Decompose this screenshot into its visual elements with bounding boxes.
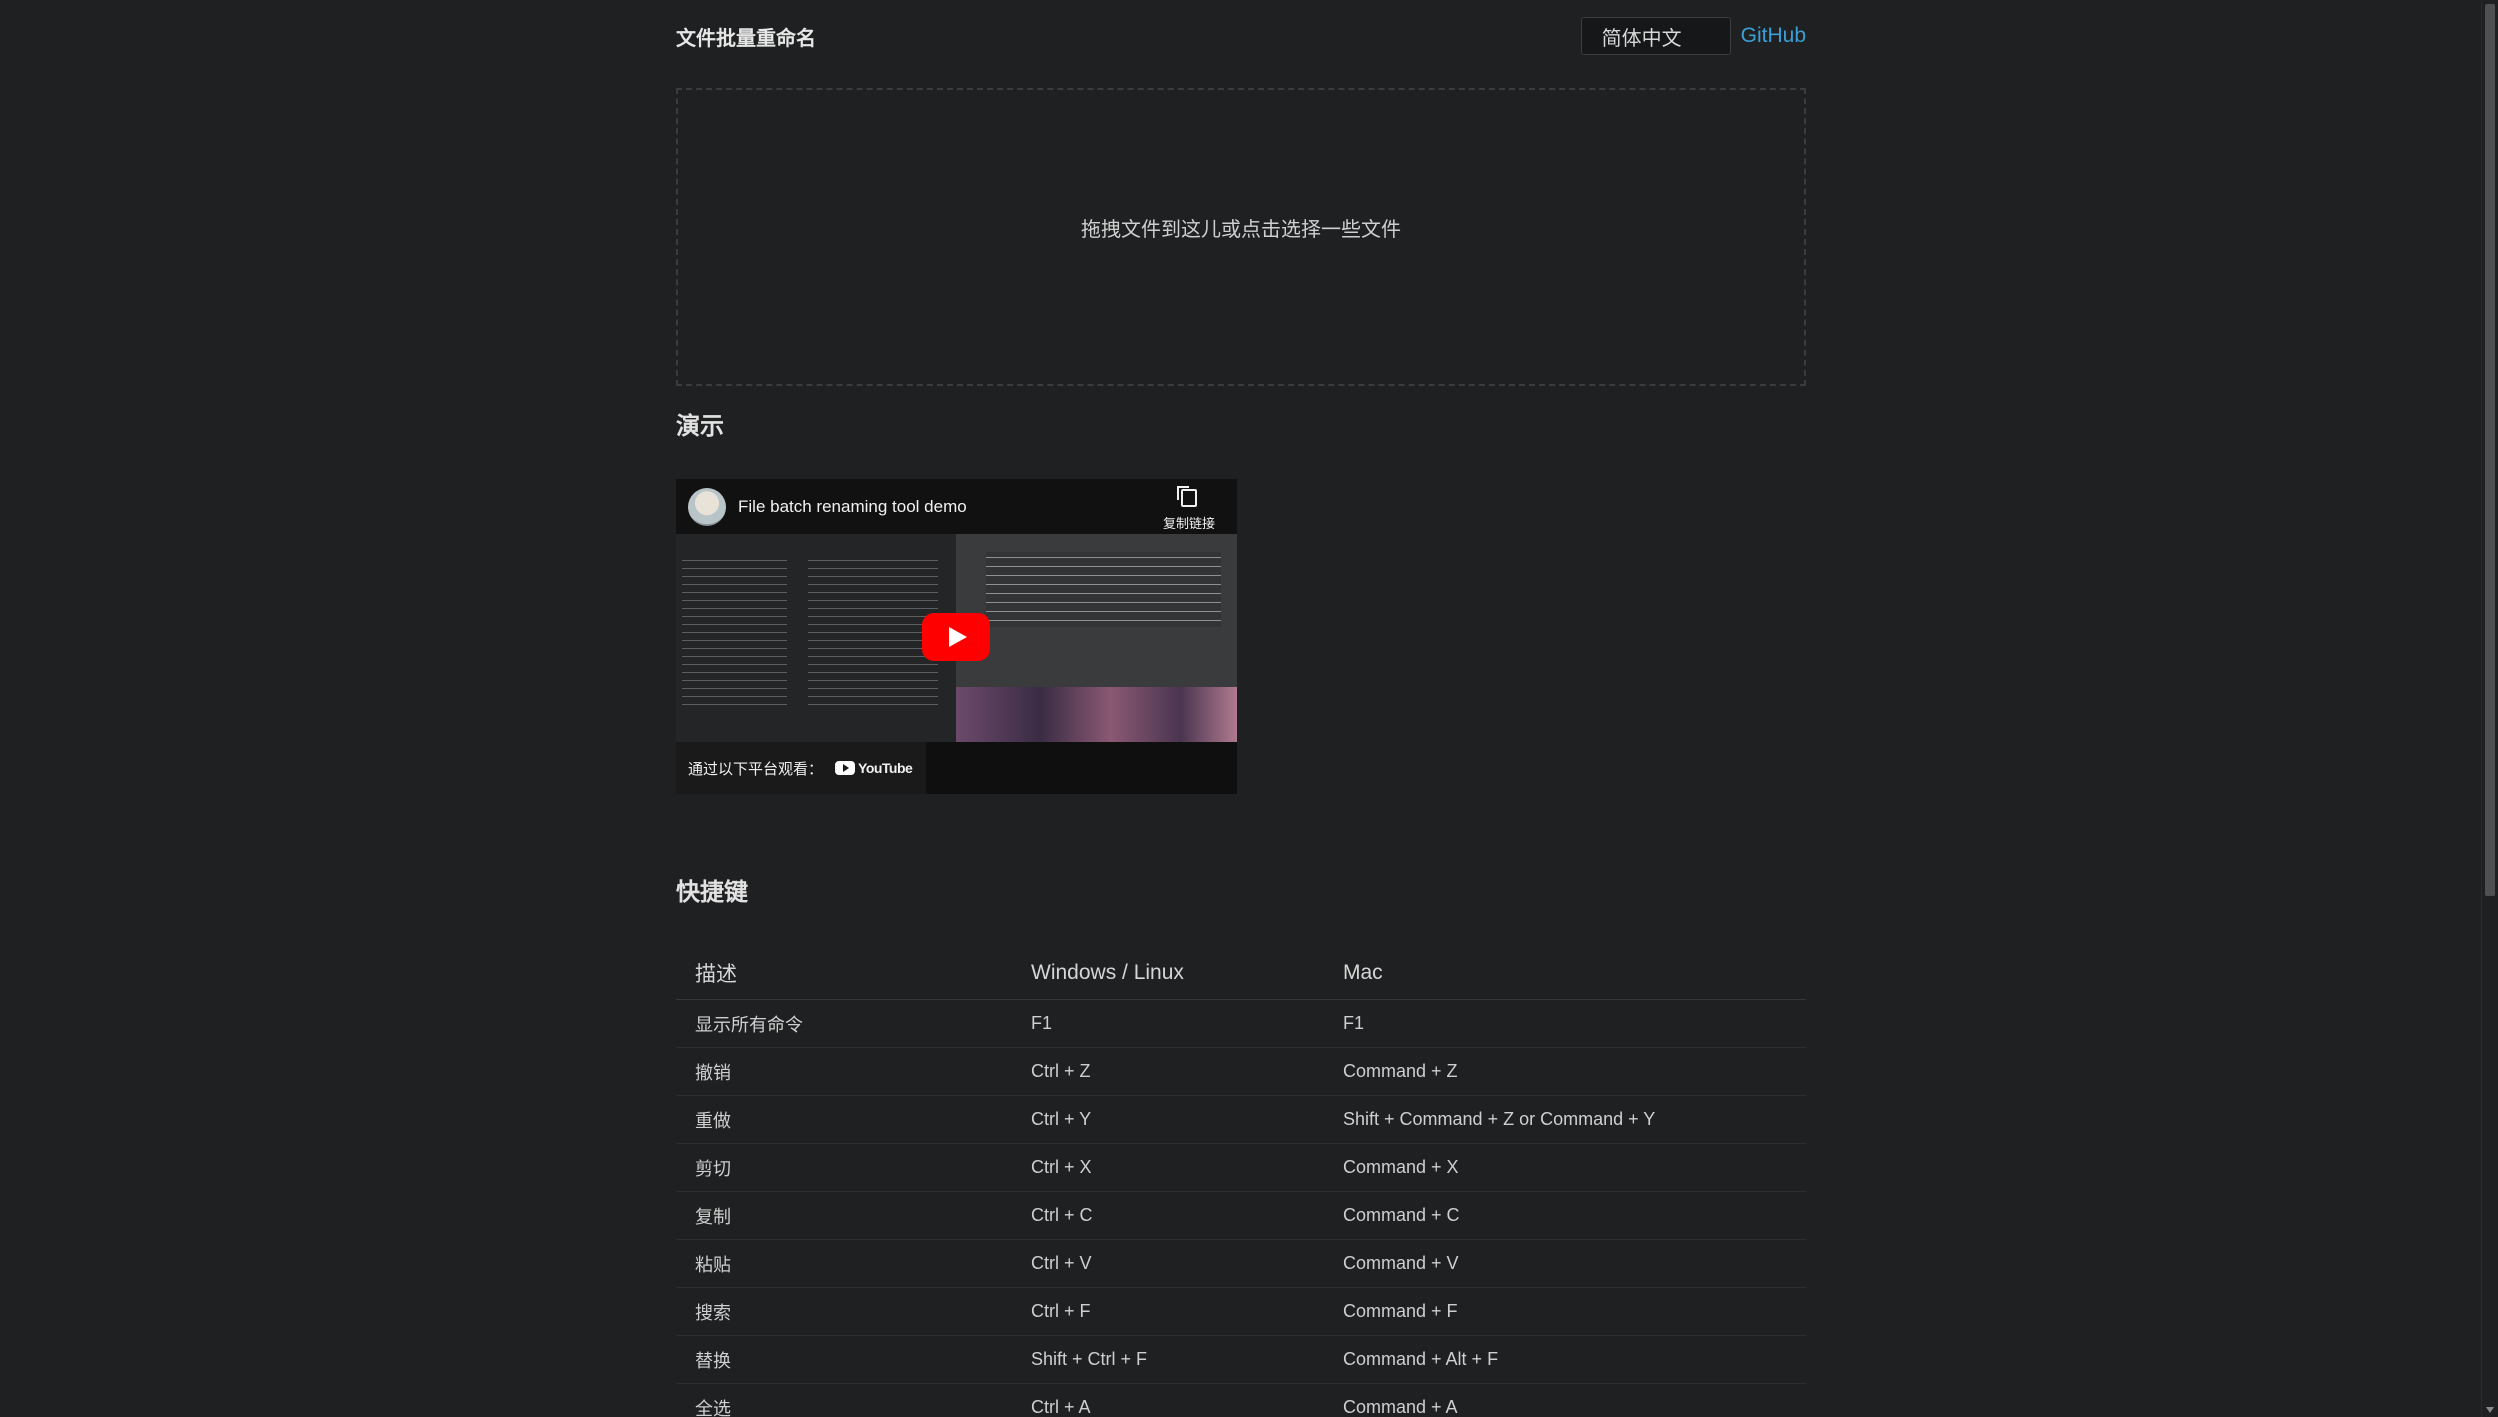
shortcut-mac: Command + X	[1343, 1157, 1459, 1177]
shortcut-mac: Shift + Command + Z or Command + Y	[1343, 1109, 1656, 1129]
demo-section-title: 演示	[676, 413, 724, 440]
shortcut-windows-linux: F1	[1031, 1013, 1053, 1033]
table-row: 粘贴 Ctrl + V Command + V	[676, 1240, 1806, 1288]
shortcut-description: 复制	[695, 1206, 731, 1227]
thumbnail-pane	[808, 556, 938, 706]
table-row: 全选 Ctrl + A Command + A	[676, 1384, 1806, 1417]
thumbnail-editor-panel	[676, 534, 956, 742]
play-icon[interactable]	[922, 613, 990, 661]
shortcut-windows-linux: Ctrl + V	[1031, 1253, 1092, 1273]
copy-icon	[1176, 486, 1197, 507]
video-title[interactable]: File batch renaming tool demo	[738, 497, 967, 517]
vertical-scrollbar[interactable]	[2481, 0, 2498, 1417]
table-row: 撤销 Ctrl + Z Command + Z	[676, 1048, 1806, 1096]
shortcut-mac: Command + C	[1343, 1205, 1460, 1225]
youtube-label: YouTube	[858, 760, 913, 776]
app-title: 文件批量重命名	[676, 27, 816, 50]
page: 文件批量重命名 简体中文 GitHub 拖拽文件到这儿或点击选择一些文件 演示 …	[0, 0, 2498, 1417]
table-header-row: 描述 Windows / Linux Mac	[676, 947, 1806, 1000]
shortcuts-table: 描述 Windows / Linux Mac 显示所有命令 F1 F1 撤销 C…	[676, 947, 1806, 1417]
shortcut-description: 显示所有命令	[695, 1014, 803, 1035]
shortcut-mac: Command + A	[1343, 1397, 1458, 1417]
copy-link-label: 复制链接	[1162, 516, 1215, 531]
column-header-description: 描述	[695, 963, 737, 986]
youtube-icon	[835, 761, 856, 775]
shortcut-windows-linux: Shift + Ctrl + F	[1031, 1349, 1148, 1369]
header-actions: 简体中文 GitHub	[1580, 17, 1806, 55]
shortcut-windows-linux: Ctrl + X	[1031, 1157, 1092, 1177]
video-topbar: File batch renaming tool demo 复制链接	[676, 479, 1237, 534]
thumbnail-explorer-panel	[956, 534, 1237, 742]
shortcut-description: 剪切	[695, 1158, 731, 1179]
shortcut-mac: Command + Z	[1343, 1061, 1458, 1081]
shortcut-windows-linux: Ctrl + A	[1031, 1397, 1091, 1417]
shortcut-mac: Command + F	[1343, 1301, 1458, 1321]
thumbnail-pane	[682, 556, 787, 706]
shortcut-windows-linux: Ctrl + Z	[1031, 1061, 1091, 1081]
table-row: 剪切 Ctrl + X Command + X	[676, 1144, 1806, 1192]
watch-on-label: 通过以下平台观看：	[688, 760, 824, 778]
video-player[interactable]: File batch renaming tool demo 复制链接 通过以下平…	[676, 479, 1237, 794]
main-container: 文件批量重命名 简体中文 GitHub 拖拽文件到这儿或点击选择一些文件 演示 …	[676, 0, 1806, 1417]
table-row: 显示所有命令 F1 F1	[676, 1000, 1806, 1048]
table-row: 复制 Ctrl + C Command + C	[676, 1192, 1806, 1240]
shortcut-description: 粘贴	[695, 1254, 731, 1275]
header: 文件批量重命名 简体中文 GitHub	[676, 0, 1806, 72]
copy-link-button[interactable]: 复制链接	[1162, 486, 1215, 532]
shortcut-description: 撤销	[695, 1062, 731, 1083]
shortcut-description: 替换	[695, 1350, 731, 1371]
dropzone-text: 拖拽文件到这儿或点击选择一些文件	[1081, 218, 1401, 241]
table-row: 替换 Shift + Ctrl + F Command + Alt + F	[676, 1336, 1806, 1384]
shortcut-description: 全选	[695, 1398, 731, 1417]
shortcut-mac: Command + V	[1343, 1253, 1459, 1273]
shortcut-mac: F1	[1343, 1013, 1365, 1033]
table-row: 重做 Ctrl + Y Shift + Command + Z or Comma…	[676, 1096, 1806, 1144]
shortcut-windows-linux: Ctrl + Y	[1031, 1109, 1092, 1129]
column-header-windows-linux: Windows / Linux	[1031, 961, 1184, 984]
thumbnail-artwork	[956, 687, 1237, 742]
shortcut-windows-linux: Ctrl + C	[1031, 1205, 1093, 1225]
scrollbar-thumb[interactable]	[2485, 4, 2495, 896]
thumbnail-file-list	[986, 552, 1221, 627]
channel-avatar[interactable]	[688, 487, 726, 526]
youtube-logo[interactable]: YouTube	[835, 760, 913, 776]
column-header-mac: Mac	[1343, 961, 1383, 984]
language-select[interactable]: 简体中文	[1580, 17, 1731, 55]
table-row: 搜索 Ctrl + F Command + F	[676, 1288, 1806, 1336]
watch-on-youtube-bar[interactable]: 通过以下平台观看： YouTube	[676, 742, 926, 794]
shortcuts-section-title: 快捷键	[676, 879, 748, 906]
shortcut-description: 搜索	[695, 1302, 731, 1323]
file-dropzone[interactable]: 拖拽文件到这儿或点击选择一些文件	[676, 88, 1806, 386]
github-link[interactable]: GitHub	[1741, 24, 1806, 48]
scroll-down-arrow-icon[interactable]	[2486, 1407, 2494, 1413]
shortcut-description: 重做	[695, 1110, 731, 1131]
shortcut-windows-linux: Ctrl + F	[1031, 1301, 1091, 1321]
shortcut-mac: Command + Alt + F	[1343, 1349, 1499, 1369]
